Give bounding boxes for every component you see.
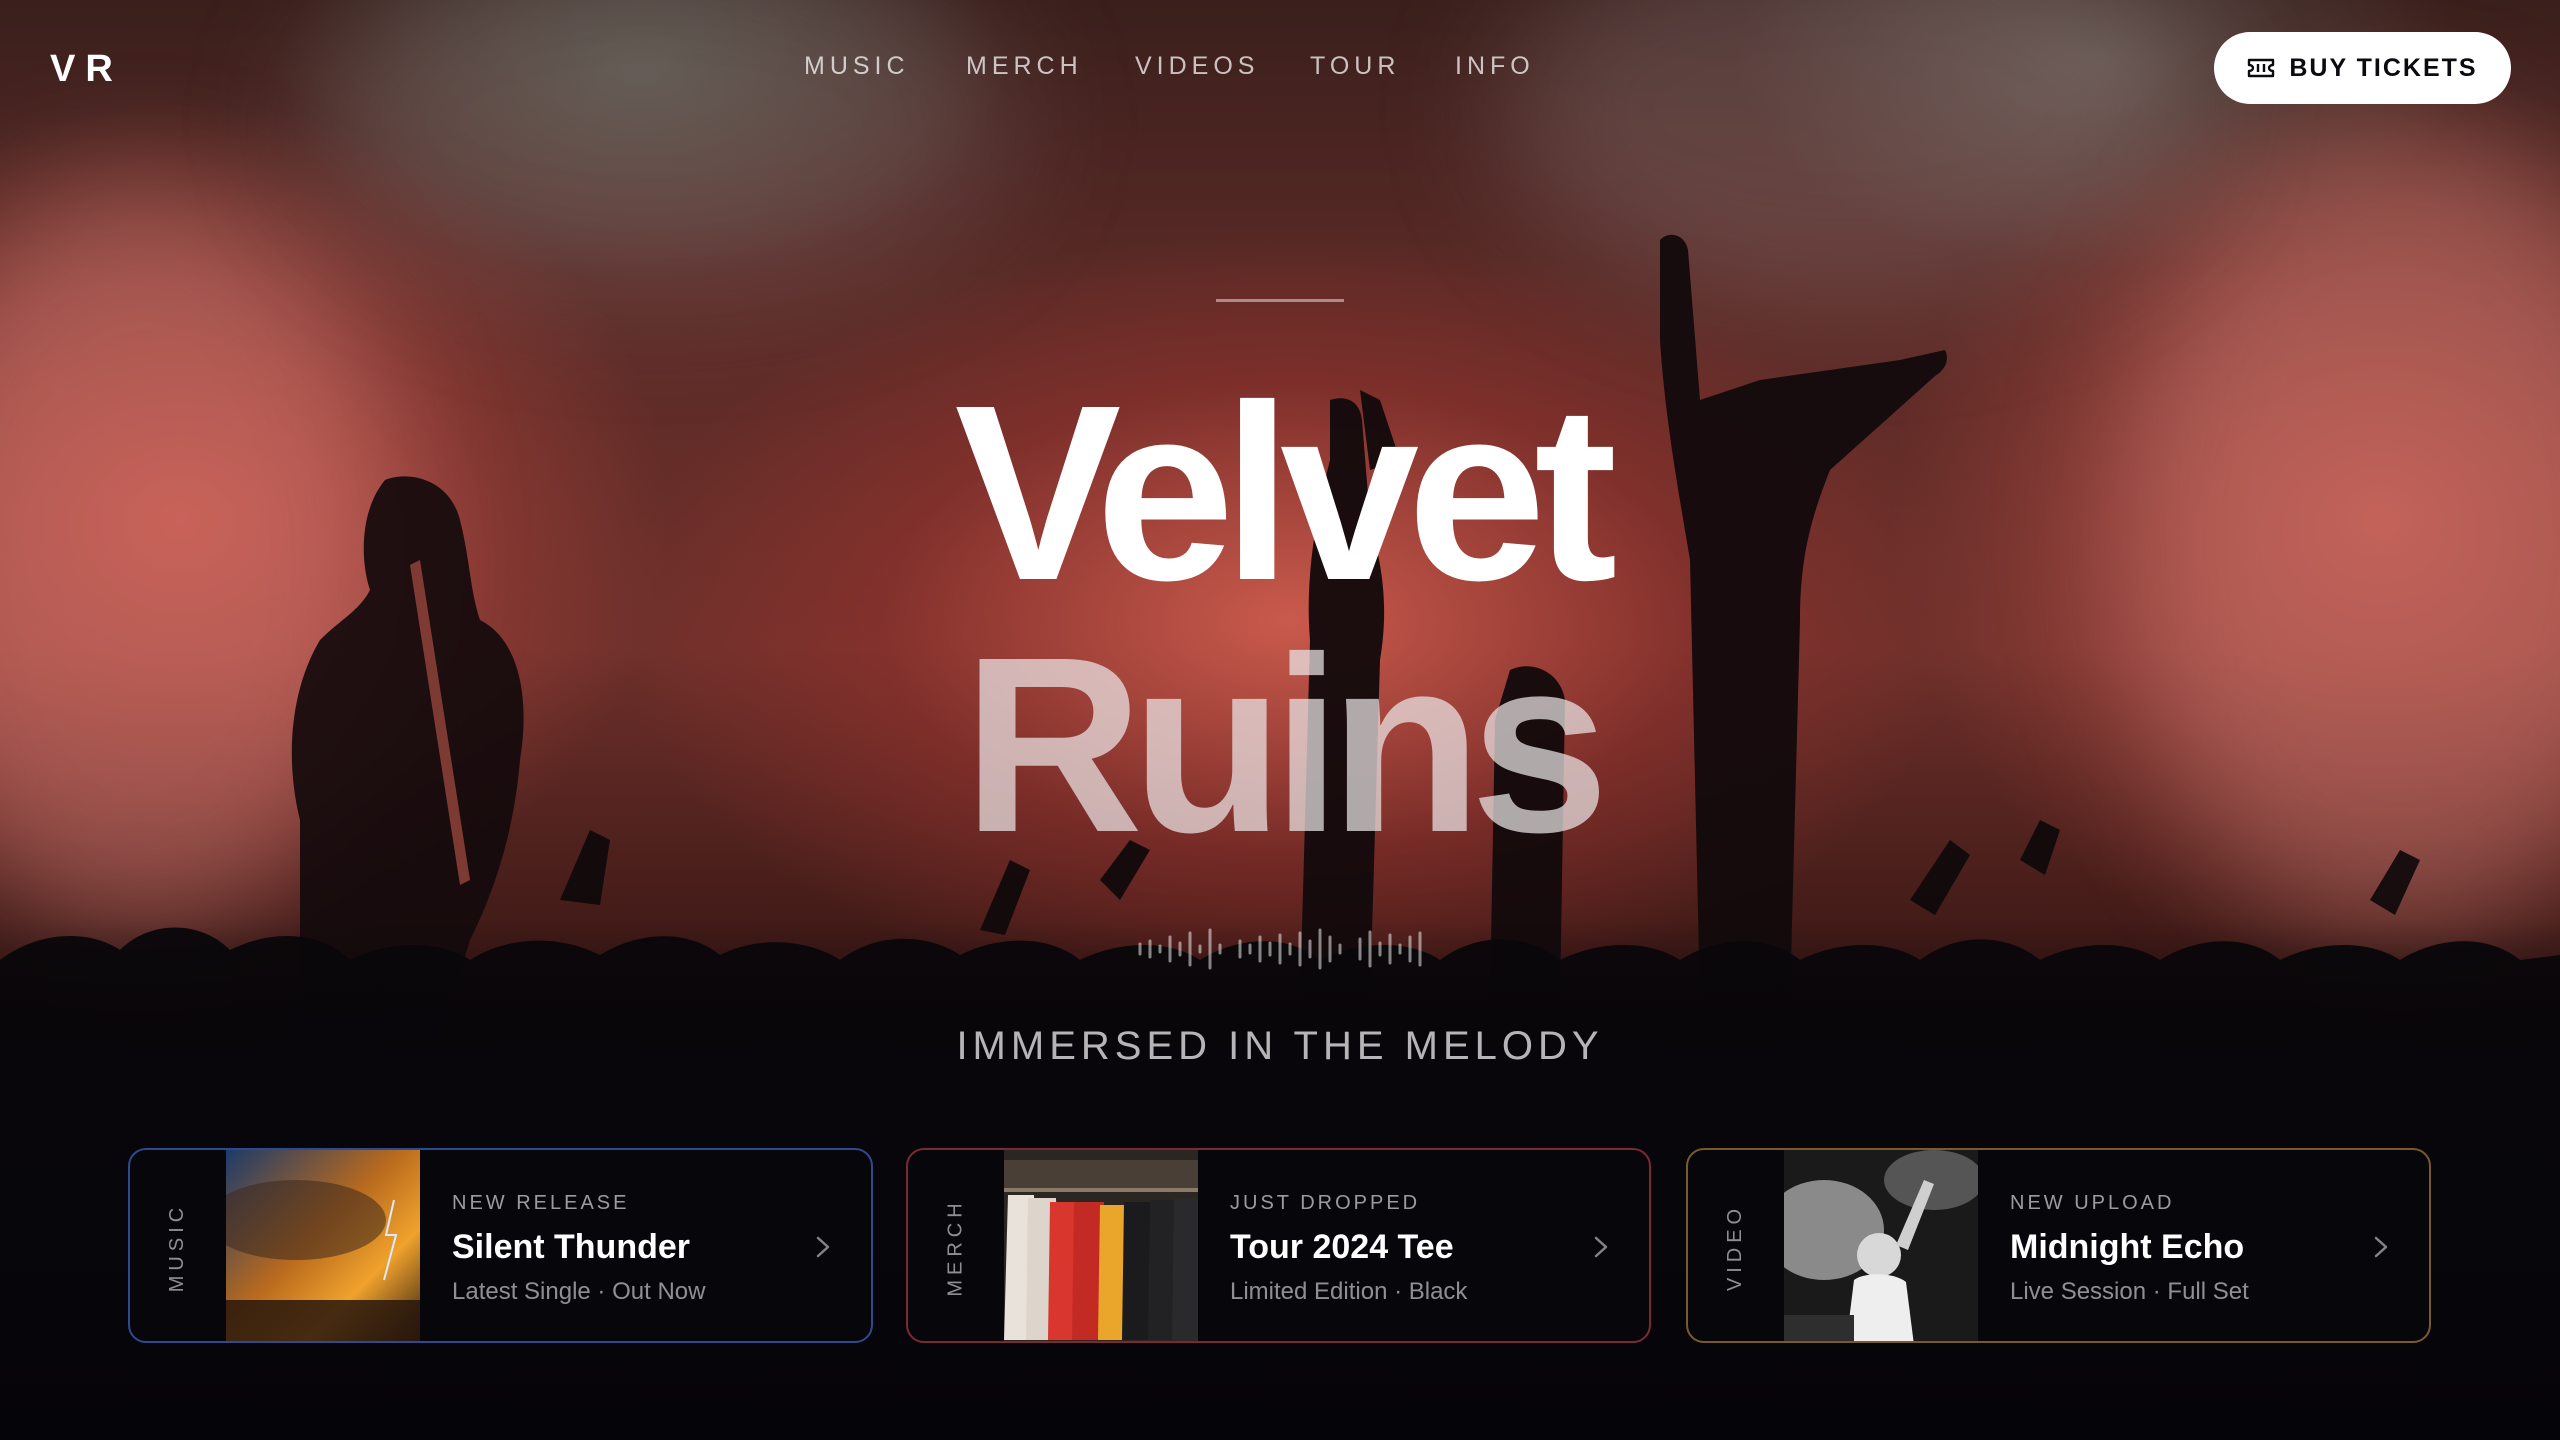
- hero-divider: [1216, 299, 1344, 302]
- card-subtitle: Limited Edition · Black: [1230, 1278, 1468, 1305]
- card-video[interactable]: VIDEO NEW UPLOAD Midnight Echo Live Sess…: [1686, 1148, 2431, 1343]
- ticket-icon: [2248, 58, 2275, 78]
- brand-logo[interactable]: VR: [50, 48, 123, 91]
- chevron-right-icon[interactable]: [2371, 1230, 2393, 1264]
- nav-item-info[interactable]: INFO: [1455, 52, 1535, 81]
- chevron-right-icon[interactable]: [813, 1230, 835, 1264]
- card-side-label: VIDEO: [1724, 1203, 1747, 1292]
- card-side-label: MERCH: [944, 1198, 967, 1297]
- card-eyebrow: JUST DROPPED: [1230, 1192, 1421, 1214]
- chevron-right-icon[interactable]: [1591, 1230, 1613, 1264]
- audio-waveform-icon: [1138, 928, 1422, 970]
- hero-tagline: IMMERSED IN THE MELODY: [956, 1024, 1604, 1068]
- card-subtitle: Latest Single · Out Now: [452, 1278, 706, 1305]
- buy-tickets-button[interactable]: BUY TICKETS: [2214, 32, 2511, 104]
- card-thumbnail-dj: [1784, 1150, 1978, 1341]
- card-thumbnail-tshirts: [1004, 1150, 1198, 1341]
- card-merch[interactable]: MERCH JUST DROPPED Tour 2024 Tee Limited…: [906, 1148, 1651, 1343]
- card-title: Tour 2024 Tee: [1230, 1228, 1454, 1266]
- card-subtitle: Live Session · Full Set: [2010, 1278, 2249, 1305]
- buy-tickets-label: BUY TICKETS: [2289, 53, 2478, 82]
- card-side-label: MUSIC: [166, 1202, 189, 1293]
- card-title: Silent Thunder: [452, 1228, 690, 1266]
- nav-item-music[interactable]: MUSIC: [804, 52, 910, 81]
- hero-title-line-1: Velvet: [954, 353, 1618, 632]
- card-thumbnail-storm: [226, 1150, 420, 1341]
- nav-item-videos[interactable]: VIDEOS: [1135, 52, 1259, 81]
- card-eyebrow: NEW UPLOAD: [2010, 1192, 2175, 1214]
- nav-item-tour[interactable]: TOUR: [1310, 52, 1400, 81]
- hero-title-line-2: Ruins: [962, 605, 1609, 884]
- card-eyebrow: NEW RELEASE: [452, 1192, 630, 1214]
- top-navigation: VR MUSIC MERCH VIDEOS TOUR INFO BUY TICK…: [0, 0, 2560, 135]
- card-music[interactable]: MUSIC NEW RELEASE Silent Thunder Latest …: [128, 1148, 873, 1343]
- nav-item-merch[interactable]: MERCH: [966, 52, 1083, 81]
- card-title: Midnight Echo: [2010, 1228, 2245, 1266]
